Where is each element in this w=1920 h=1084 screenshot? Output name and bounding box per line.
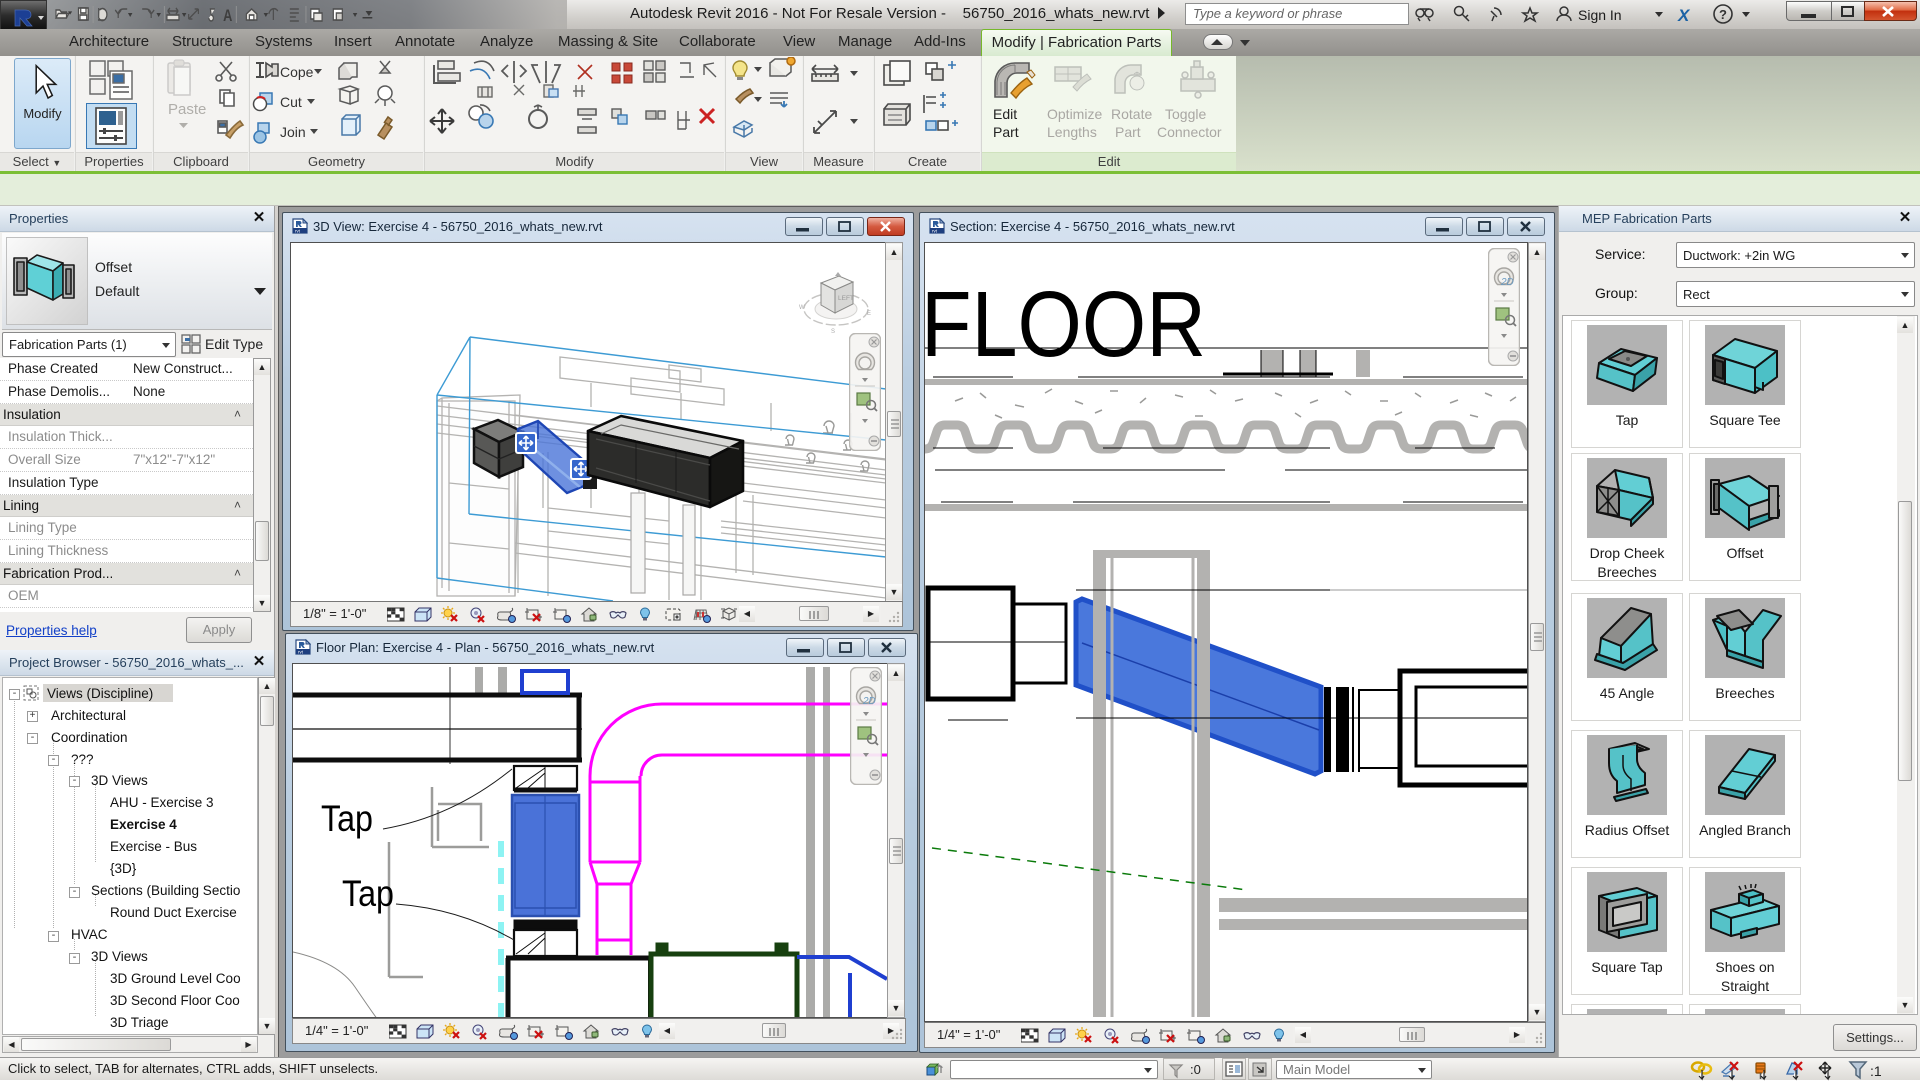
svg-text:X: X bbox=[1677, 6, 1691, 25]
svg-text:?: ? bbox=[1719, 7, 1727, 22]
svg-text:Join: Join bbox=[280, 124, 306, 140]
svg-text:Cut: Cut bbox=[280, 94, 302, 110]
svg-text:Optimize: Optimize bbox=[1047, 106, 1102, 122]
svg-text:Edit: Edit bbox=[993, 106, 1017, 122]
svg-text:LEFT: LEFT bbox=[838, 295, 854, 302]
svg-text:A: A bbox=[223, 6, 232, 25]
svg-text:E: E bbox=[867, 311, 871, 317]
svg-text:Part: Part bbox=[1115, 124, 1141, 140]
svg-text:Rotate: Rotate bbox=[1111, 106, 1152, 122]
svg-text:Tap: Tap bbox=[321, 798, 373, 839]
svg-text:Tap: Tap bbox=[342, 873, 394, 914]
svg-text:Sign In: Sign In bbox=[1578, 7, 1622, 23]
svg-text::1: :1 bbox=[1870, 1063, 1882, 1079]
svg-text:FLOOR: FLOOR bbox=[925, 272, 1206, 376]
svg-text:W: W bbox=[799, 305, 805, 311]
svg-text:Toggle: Toggle bbox=[1165, 106, 1206, 122]
svg-text:Lengths: Lengths bbox=[1047, 124, 1097, 140]
svg-text:Connector: Connector bbox=[1157, 124, 1222, 140]
svg-text:S: S bbox=[831, 329, 835, 335]
svg-text:Part: Part bbox=[993, 124, 1019, 140]
svg-text:Cope: Cope bbox=[280, 64, 314, 80]
svg-text:Paste: Paste bbox=[168, 101, 206, 118]
